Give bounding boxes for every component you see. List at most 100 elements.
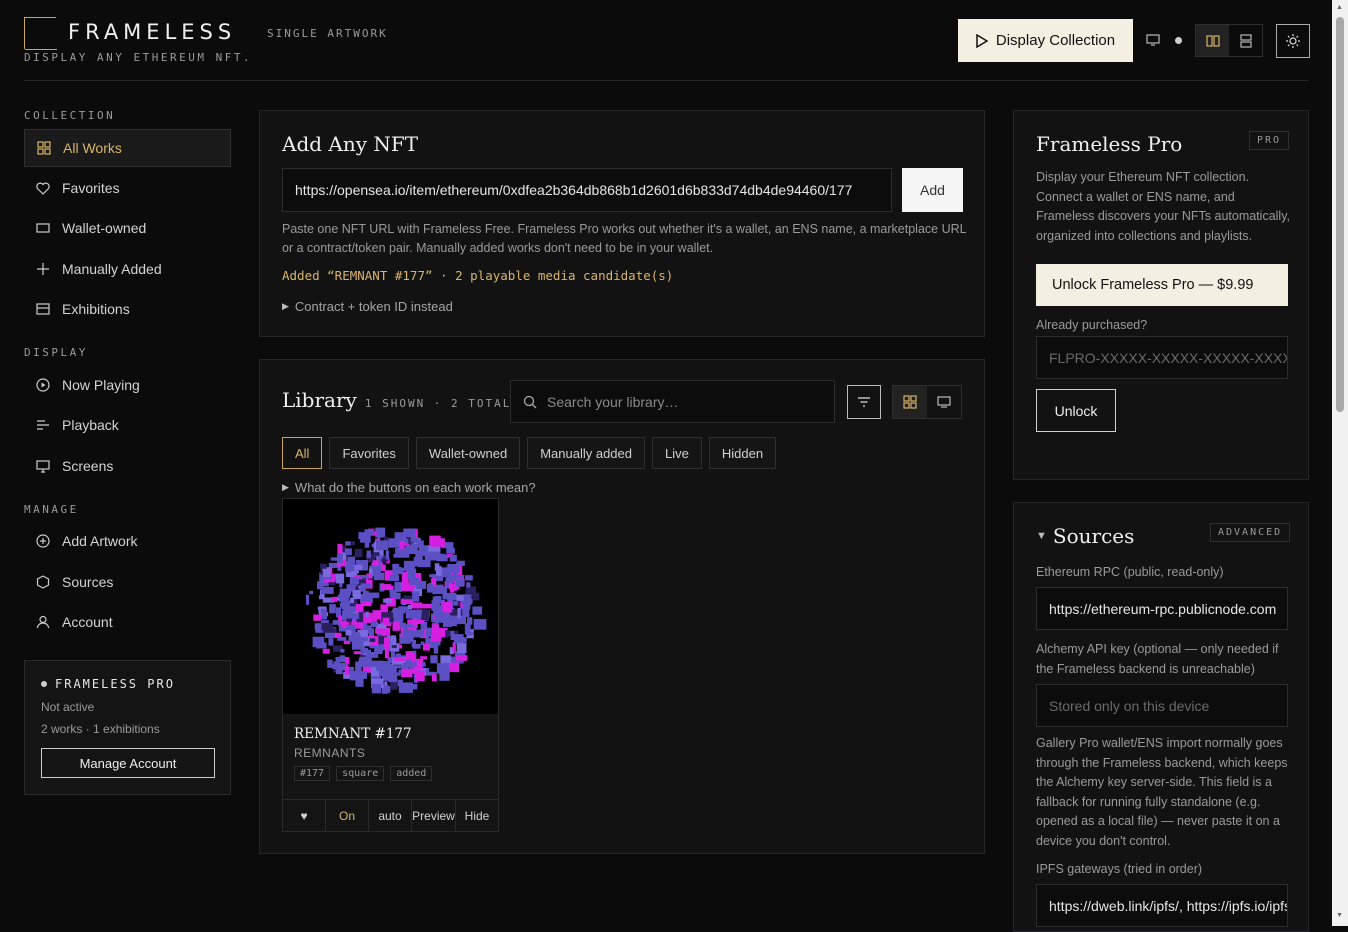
theme-toggle-button[interactable] xyxy=(1276,24,1310,58)
scroll-down-icon[interactable]: ▼ xyxy=(1336,912,1343,919)
art-pixel xyxy=(345,548,352,556)
contract-token-toggle[interactable]: ▶ Contract + token ID instead xyxy=(282,299,453,314)
art-pixel xyxy=(393,553,406,558)
art-pixel xyxy=(431,634,442,642)
art-pixel xyxy=(399,619,403,626)
sidebar-item-label: Favorites xyxy=(62,180,120,196)
art-pixel xyxy=(340,649,345,653)
screen-view-icon[interactable] xyxy=(927,386,961,418)
sidebar-item-label: All Works xyxy=(63,140,122,156)
view-toggle[interactable] xyxy=(892,385,962,419)
library-search-input[interactable]: Search your library… xyxy=(510,380,835,423)
wallet-icon xyxy=(36,223,50,233)
sidebar-item-now-playing[interactable]: Now Playing xyxy=(24,366,231,404)
ipfs-gateways-input[interactable]: https://dweb.link/ipfs/, https://ipfs.io… xyxy=(1036,884,1288,927)
chip-manually-added[interactable]: Manually added xyxy=(527,437,645,469)
scroll-up-icon[interactable]: ▲ xyxy=(1336,4,1343,11)
display-collection-button[interactable]: Display Collection xyxy=(958,19,1133,62)
sidebar-item-exhibitions[interactable]: Exhibitions xyxy=(24,290,231,328)
sidebar-item-playback[interactable]: Playback xyxy=(24,406,231,444)
nft-url-input[interactable]: https://opensea.io/item/ethereum/0xdfea2… xyxy=(282,168,892,212)
art-pixel xyxy=(382,617,390,625)
add-nft-panel: Add Any NFT https://opensea.io/item/ethe… xyxy=(259,110,985,337)
art-pixel xyxy=(412,591,420,602)
art-pixel xyxy=(373,572,385,581)
art-pixel xyxy=(402,634,414,642)
manage-account-button[interactable]: Manage Account xyxy=(41,748,215,778)
art-pixel xyxy=(350,564,355,572)
art-pixel xyxy=(409,578,419,585)
art-pixel xyxy=(320,587,334,594)
pro-status-card: FRAMELESS PRO Not active 2 works · 1 exh… xyxy=(24,660,231,795)
sidebar-item-favorites[interactable]: Favorites xyxy=(24,169,231,207)
sidebar-item-all-works[interactable]: All Works xyxy=(24,129,231,167)
art-pixel xyxy=(383,624,387,629)
hexagon-icon xyxy=(36,575,50,589)
work-card[interactable]: REMNANT #177 REMNANTS #177 square added … xyxy=(282,498,499,832)
section-label-collection: COLLECTION xyxy=(24,109,116,122)
art-pixel xyxy=(401,682,413,693)
status-dot-icon xyxy=(41,681,47,687)
chip-all[interactable]: All xyxy=(282,437,323,469)
monitor-icon[interactable] xyxy=(1145,32,1161,48)
sidebar-item-manually-added[interactable]: Manually Added xyxy=(24,250,231,288)
favorite-toggle[interactable]: ♥ xyxy=(283,800,326,832)
art-pixel xyxy=(435,566,442,576)
hide-button[interactable]: Hide xyxy=(456,800,498,832)
pro-status-text: Not active xyxy=(41,700,95,714)
unlock-button[interactable]: Unlock xyxy=(1036,389,1116,432)
alchemy-key-input[interactable]: Stored only on this device xyxy=(1036,684,1288,727)
sidebar-item-screens[interactable]: Screens xyxy=(24,447,231,485)
art-pixel xyxy=(359,656,372,667)
art-pixel xyxy=(320,563,327,569)
chip-wallet-owned[interactable]: Wallet-owned xyxy=(415,437,521,469)
on-toggle[interactable]: On xyxy=(326,800,369,832)
art-pixel xyxy=(401,606,406,614)
art-pixel xyxy=(450,631,455,640)
columns-layout-icon[interactable] xyxy=(1196,25,1229,56)
rows-layout-icon[interactable] xyxy=(1229,25,1262,56)
art-pixel xyxy=(328,562,338,568)
preview-button[interactable]: Preview xyxy=(412,800,456,832)
chip-favorites[interactable]: Favorites xyxy=(329,437,409,469)
unlock-pro-button[interactable]: Unlock Frameless Pro — $9.99 xyxy=(1036,264,1288,306)
buttons-explainer-toggle[interactable]: ▶ What do the buttons on each work mean? xyxy=(282,480,536,495)
art-pixel xyxy=(394,657,405,661)
art-pixel xyxy=(439,671,450,681)
pro-description: Display your Ethereum NFT collection. Co… xyxy=(1036,170,1291,243)
grid-view-icon[interactable] xyxy=(893,386,927,418)
art-pixel xyxy=(348,635,362,642)
art-pixel xyxy=(442,618,453,627)
rpc-input[interactable]: https://ethereum-rpc.publicnode.com xyxy=(1036,587,1288,630)
sidebar-item-label: Now Playing xyxy=(62,377,140,393)
filter-button[interactable] xyxy=(847,385,881,419)
buttons-explainer-label: What do the buttons on each work mean? xyxy=(294,480,536,495)
artwork-thumbnail[interactable] xyxy=(283,499,498,714)
scrollbar-thumb[interactable] xyxy=(1336,17,1344,412)
art-pixel xyxy=(360,533,371,543)
sidebar-item-account[interactable]: Account xyxy=(24,603,231,641)
sidebar-item-add-artwork[interactable]: Add Artwork xyxy=(24,522,231,560)
search-placeholder: Search your library… xyxy=(547,393,679,410)
art-pixel xyxy=(398,644,403,649)
plus-icon xyxy=(37,263,49,275)
chip-live[interactable]: Live xyxy=(652,437,702,469)
brand-subtitle: SINGLE ARTWORK xyxy=(267,27,388,40)
alchemy-label: Alchemy API key (optional — only needed … xyxy=(1036,642,1279,676)
license-key-input[interactable]: FLPRO-XXXXX-XXXXX-XXXXX-XXXXX xyxy=(1036,336,1288,379)
layout-toggle[interactable] xyxy=(1195,24,1263,57)
sidebar-item-wallet-owned[interactable]: Wallet-owned xyxy=(24,209,231,247)
playback-icon xyxy=(37,420,49,430)
sidebar-item-sources[interactable]: Sources xyxy=(24,563,231,601)
art-pixel xyxy=(332,620,340,625)
page-scrollbar[interactable]: ▲ ▼ xyxy=(1332,0,1348,926)
auto-toggle[interactable]: auto xyxy=(369,800,412,832)
chip-hidden[interactable]: Hidden xyxy=(708,437,777,469)
pro-panel-title: Frameless Pro xyxy=(1036,132,1183,156)
pro-badge: PRO xyxy=(1249,131,1290,150)
art-pixel xyxy=(309,590,314,595)
add-nft-help: Paste one NFT URL with Frameless Free. F… xyxy=(282,222,967,255)
add-nft-button[interactable]: Add xyxy=(902,168,963,212)
sources-heading[interactable]: ▼ Sources xyxy=(1036,524,1134,548)
library-title: Library xyxy=(282,388,357,412)
